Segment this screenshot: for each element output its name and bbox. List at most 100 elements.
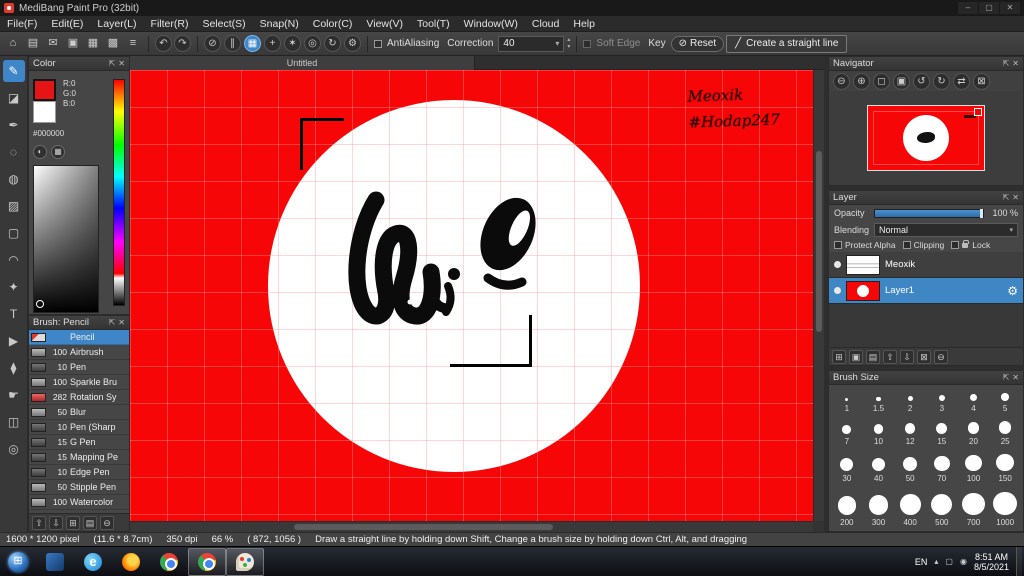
brush-tool[interactable]: ✎ — [2, 60, 25, 82]
brush-list-item[interactable]: 50 Stipple Pen — [29, 480, 129, 495]
brush-size-option[interactable]: 3 — [926, 387, 958, 415]
snap-curve-icon[interactable]: ↻ — [324, 35, 341, 52]
fill-tool[interactable]: ◍ — [3, 168, 25, 190]
brush-size-option[interactable]: 7 — [831, 415, 863, 448]
taskbar-firefox-icon[interactable] — [112, 548, 150, 576]
popout-icon[interactable]: ⇱ — [1003, 193, 1010, 203]
text-tool[interactable]: T — [3, 303, 25, 325]
snap-cross-icon[interactable]: + — [264, 35, 281, 52]
popout-icon[interactable]: ⇱ — [1003, 59, 1010, 69]
menu-item[interactable]: Filter(R) — [144, 16, 196, 32]
brush-size-option[interactable]: 25 — [989, 415, 1021, 448]
home-icon[interactable]: ⌂ — [4, 35, 22, 53]
background-color-swatch[interactable] — [33, 101, 56, 123]
taskbar-chrome-active-icon[interactable] — [188, 547, 226, 576]
brush-list-item[interactable]: 100 Sparkle Bru — [29, 375, 129, 390]
palette-grid-toggle-icon[interactable]: ▦ — [51, 145, 65, 159]
close-panel-icon[interactable]: ✕ — [1012, 59, 1019, 69]
reset-button[interactable]: ⊘ Reset — [670, 35, 725, 52]
menu-item[interactable]: Edit(E) — [44, 16, 90, 32]
tray-volume-icon[interactable]: ◉ — [960, 557, 967, 566]
create-straight-line-button[interactable]: ╱ Create a straight line — [726, 34, 848, 53]
material-panel-icon[interactable]: ▩ — [104, 35, 122, 53]
gradient-tool[interactable]: ▨ — [3, 195, 25, 217]
delete-layer-icon[interactable]: ⊖ — [934, 349, 948, 364]
brush-size-option[interactable]: 4 — [958, 387, 990, 415]
reset-view-icon[interactable]: ⊠ — [973, 72, 990, 90]
saturation-value-picker[interactable] — [33, 165, 99, 313]
brush-list-item[interactable]: 50 Blur — [29, 405, 129, 420]
brush-list-item[interactable]: 282 Rotation Sy — [29, 390, 129, 405]
rotate-left-icon[interactable]: ↺ — [913, 72, 930, 90]
duplicate-layer-icon[interactable]: ▣ — [849, 349, 863, 364]
step-down-icon[interactable]: ▾ — [567, 44, 570, 51]
navigator-thumbnail[interactable] — [867, 105, 985, 171]
rotate-right-icon[interactable]: ↻ — [933, 72, 950, 90]
taskbar-medibang-icon[interactable] — [226, 547, 264, 576]
correction-dropdown[interactable]: 40 ▾ — [498, 35, 565, 52]
tray-expand-icon[interactable]: ▴ — [934, 557, 938, 566]
close-panel-icon[interactable]: ✕ — [1012, 373, 1019, 383]
menu-item[interactable]: Tool(T) — [410, 16, 457, 32]
navigator-view-rectangle[interactable] — [873, 111, 979, 165]
brush-size-option[interactable]: 50 — [894, 448, 926, 486]
protect-alpha-checkbox[interactable] — [834, 241, 842, 249]
menu-item[interactable]: Snap(N) — [253, 16, 306, 32]
brush-size-option[interactable]: 500 — [926, 485, 958, 529]
grid-toggle-icon[interactable]: ▦ — [84, 35, 102, 53]
snap-settings-icon[interactable]: ⚙ — [344, 35, 361, 52]
hand-tool[interactable]: ☛ — [3, 384, 25, 406]
brush-size-option[interactable]: 70 — [926, 448, 958, 486]
layer-visibility-icon[interactable] — [834, 287, 841, 294]
layer-visibility-icon[interactable] — [834, 261, 841, 268]
document-tab[interactable]: Untitled — [130, 56, 475, 70]
snap-off-icon[interactable]: ⊘ — [204, 35, 221, 52]
brush-size-option[interactable]: 10 — [863, 415, 895, 448]
brush-size-option[interactable]: 2 — [894, 387, 926, 415]
brush-size-option[interactable]: 100 — [958, 448, 990, 486]
operation-tool[interactable]: ▶ — [3, 330, 25, 352]
layer-settings-gear-icon[interactable]: ⚙ — [1007, 284, 1018, 298]
layer-row[interactable]: Layer1 ⚙ — [829, 278, 1023, 304]
brush-size-option[interactable]: 150 — [989, 448, 1021, 486]
menu-item[interactable]: File(F) — [0, 16, 44, 32]
redo-icon[interactable]: ↷ — [174, 35, 191, 52]
menu-item[interactable]: Cloud — [525, 16, 566, 32]
brush-size-option[interactable]: 15 — [926, 415, 958, 448]
brush-list-item[interactable]: 100 Watercolor — [29, 495, 129, 510]
brush-size-option[interactable]: 1.5 — [863, 387, 895, 415]
menu-list-icon[interactable]: ≡ — [124, 35, 142, 53]
menu-item[interactable]: Color(C) — [306, 16, 360, 32]
lasso-tool[interactable]: ◠ — [3, 249, 25, 271]
add-layer-icon[interactable]: ⊞ — [832, 349, 846, 364]
lock-checkbox[interactable] — [951, 241, 960, 249]
snap-ellipse-icon[interactable]: ◎ — [304, 35, 321, 52]
popout-icon[interactable]: ⇱ — [1003, 373, 1010, 383]
snap-parallel-icon[interactable]: ∥ — [224, 35, 241, 52]
tray-display-icon[interactable]: ▢ — [945, 557, 953, 566]
horizontal-scrollbar[interactable] — [130, 521, 813, 532]
delete-brush-icon[interactable]: ⊖ — [100, 515, 114, 530]
layer-row[interactable]: Meoxik ⚙ — [829, 252, 1023, 278]
snap-grid-icon[interactable]: ▦ — [244, 35, 261, 52]
brush-list-item[interactable]: 10 Edge Pen — [29, 465, 129, 480]
brush-size-option[interactable]: 12 — [894, 415, 926, 448]
menu-item[interactable]: Layer(L) — [90, 16, 143, 32]
menu-item[interactable]: View(V) — [359, 16, 410, 32]
move-layer-down-icon[interactable]: ⇩ — [900, 349, 914, 364]
add-brush-icon[interactable]: ⊞ — [66, 515, 80, 530]
eyedropper-tool[interactable]: ⧫ — [3, 357, 25, 379]
color-cursor[interactable] — [36, 300, 44, 308]
brush-size-option[interactable]: 40 — [863, 448, 895, 486]
brush-list-item[interactable]: 15 G Pen — [29, 435, 129, 450]
brush-list-item[interactable]: 10 Pen — [29, 360, 129, 375]
airbrush-tool[interactable]: ◌ — [3, 141, 25, 163]
move-layer-up-icon[interactable]: ⇧ — [883, 349, 897, 364]
brush-size-option[interactable]: 200 — [831, 485, 863, 529]
undo-icon[interactable]: ↶ — [155, 35, 172, 52]
minimize-button[interactable]: – — [958, 2, 978, 14]
taskbar-edge-icon[interactable] — [74, 548, 112, 576]
brush-size-option[interactable]: 300 — [863, 485, 895, 529]
vertical-scrollbar-thumb[interactable] — [816, 151, 822, 332]
antialiasing-checkbox[interactable] — [374, 39, 382, 48]
